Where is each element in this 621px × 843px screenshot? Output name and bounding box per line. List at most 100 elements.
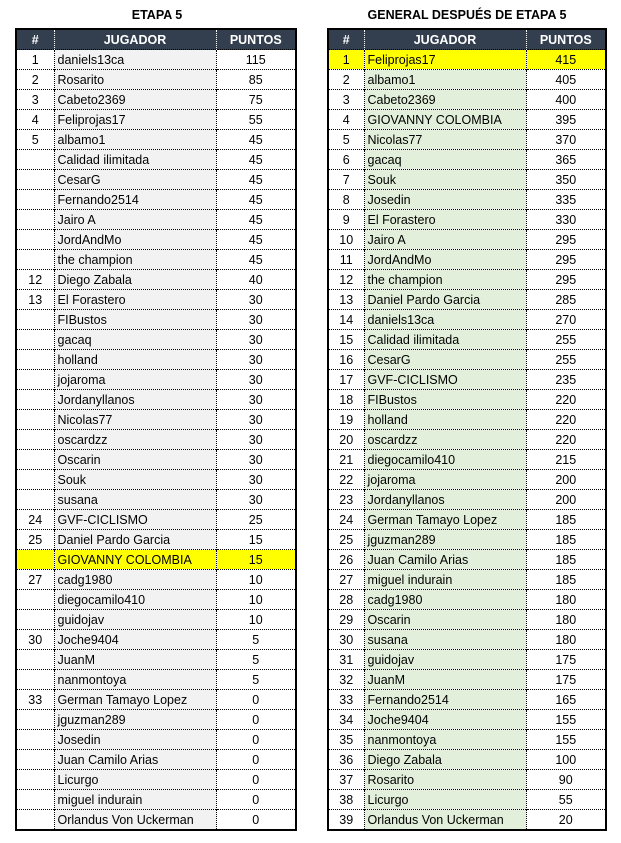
- points-cell[interactable]: 185: [525, 509, 606, 530]
- player-cell[interactable]: Souk: [53, 469, 216, 490]
- points-cell[interactable]: 55: [525, 789, 606, 810]
- points-cell[interactable]: 295: [525, 269, 606, 290]
- player-cell[interactable]: GIOVANNY COLOMBIA: [53, 549, 216, 570]
- player-cell[interactable]: Rosarito: [53, 69, 216, 90]
- points-cell[interactable]: 255: [525, 329, 606, 350]
- points-cell[interactable]: 185: [525, 529, 606, 550]
- rank-cell[interactable]: 1: [328, 49, 364, 70]
- player-cell[interactable]: miguel indurain: [53, 789, 216, 810]
- player-cell[interactable]: Diego Zabala: [53, 269, 216, 290]
- points-cell[interactable]: 255: [525, 349, 606, 370]
- player-cell[interactable]: Juan Camilo Arias: [363, 549, 526, 570]
- rank-cell[interactable]: 5: [328, 129, 364, 150]
- points-cell[interactable]: 5: [215, 629, 296, 650]
- points-cell[interactable]: 45: [215, 149, 296, 170]
- rank-cell[interactable]: [16, 409, 54, 430]
- rank-cell[interactable]: 24: [328, 509, 364, 530]
- points-cell[interactable]: 335: [525, 189, 606, 210]
- points-cell[interactable]: 45: [215, 169, 296, 190]
- rank-cell[interactable]: 36: [328, 749, 364, 770]
- player-cell[interactable]: cadg1980: [53, 569, 216, 590]
- player-cell[interactable]: Joche9404: [363, 709, 526, 730]
- points-cell[interactable]: 30: [215, 309, 296, 330]
- rank-cell[interactable]: 18: [328, 389, 364, 410]
- player-cell[interactable]: oscardzz: [53, 429, 216, 450]
- player-cell[interactable]: Josedin: [363, 189, 526, 210]
- points-cell[interactable]: 270: [525, 309, 606, 330]
- player-cell[interactable]: daniels13ca: [363, 309, 526, 330]
- points-cell[interactable]: 185: [525, 569, 606, 590]
- points-cell[interactable]: 185: [525, 549, 606, 570]
- points-cell[interactable]: 40: [215, 269, 296, 290]
- player-cell[interactable]: Cabeto2369: [363, 89, 526, 110]
- rank-cell[interactable]: 9: [328, 209, 364, 230]
- rank-cell[interactable]: 7: [328, 169, 364, 190]
- rank-cell[interactable]: 33: [16, 689, 54, 710]
- rank-cell[interactable]: [16, 449, 54, 470]
- player-cell[interactable]: jguzman289: [363, 529, 526, 550]
- points-cell[interactable]: 200: [525, 469, 606, 490]
- rank-cell[interactable]: 4: [16, 109, 54, 130]
- player-cell[interactable]: El Forastero: [363, 209, 526, 230]
- rank-cell[interactable]: [16, 389, 54, 410]
- points-cell[interactable]: 365: [525, 149, 606, 170]
- player-cell[interactable]: guidojav: [53, 609, 216, 630]
- rank-cell[interactable]: 20: [328, 429, 364, 450]
- player-cell[interactable]: Jordanyllanos: [363, 489, 526, 510]
- points-cell[interactable]: 235: [525, 369, 606, 390]
- rank-cell[interactable]: [16, 809, 54, 830]
- player-cell[interactable]: JordAndMo: [363, 249, 526, 270]
- points-cell[interactable]: 220: [525, 389, 606, 410]
- rank-cell[interactable]: 30: [328, 629, 364, 650]
- rank-cell[interactable]: 2: [16, 69, 54, 90]
- points-cell[interactable]: 155: [525, 709, 606, 730]
- points-cell[interactable]: 220: [525, 429, 606, 450]
- player-cell[interactable]: Daniel Pardo Garcia: [53, 529, 216, 550]
- player-cell[interactable]: albamo1: [53, 129, 216, 150]
- player-cell[interactable]: CesarG: [363, 349, 526, 370]
- player-cell[interactable]: Feliprojas17: [363, 49, 526, 70]
- points-cell[interactable]: 285: [525, 289, 606, 310]
- points-cell[interactable]: 295: [525, 249, 606, 270]
- player-cell[interactable]: Josedin: [53, 729, 216, 750]
- points-cell[interactable]: 45: [215, 129, 296, 150]
- points-cell[interactable]: 220: [525, 409, 606, 430]
- player-cell[interactable]: the champion: [363, 269, 526, 290]
- player-cell[interactable]: Jairo A: [53, 209, 216, 230]
- points-cell[interactable]: 30: [215, 369, 296, 390]
- player-cell[interactable]: German Tamayo Lopez: [53, 689, 216, 710]
- points-cell[interactable]: 45: [215, 189, 296, 210]
- points-cell[interactable]: 180: [525, 609, 606, 630]
- rank-cell[interactable]: 10: [328, 229, 364, 250]
- player-cell[interactable]: gacaq: [53, 329, 216, 350]
- points-cell[interactable]: 30: [215, 349, 296, 370]
- player-cell[interactable]: Cabeto2369: [53, 89, 216, 110]
- rank-cell[interactable]: 28: [328, 589, 364, 610]
- player-cell[interactable]: Oscarin: [363, 609, 526, 630]
- points-cell[interactable]: 400: [525, 89, 606, 110]
- rank-cell[interactable]: [16, 609, 54, 630]
- player-cell[interactable]: guidojav: [363, 649, 526, 670]
- points-cell[interactable]: 370: [525, 129, 606, 150]
- points-cell[interactable]: 215: [525, 449, 606, 470]
- player-cell[interactable]: FIBustos: [53, 309, 216, 330]
- player-cell[interactable]: Rosarito: [363, 769, 526, 790]
- rank-cell[interactable]: 21: [328, 449, 364, 470]
- rank-cell[interactable]: 29: [328, 609, 364, 630]
- player-cell[interactable]: Souk: [363, 169, 526, 190]
- player-cell[interactable]: GIOVANNY COLOMBIA: [363, 109, 526, 130]
- player-cell[interactable]: jguzman289: [53, 709, 216, 730]
- rank-cell[interactable]: [16, 749, 54, 770]
- rank-cell[interactable]: 27: [16, 569, 54, 590]
- rank-cell[interactable]: 22: [328, 469, 364, 490]
- rank-cell[interactable]: [16, 709, 54, 730]
- rank-cell[interactable]: 17: [328, 369, 364, 390]
- player-cell[interactable]: susana: [53, 489, 216, 510]
- player-cell[interactable]: JordAndMo: [53, 229, 216, 250]
- points-cell[interactable]: 30: [215, 449, 296, 470]
- player-cell[interactable]: the champion: [53, 249, 216, 270]
- points-cell[interactable]: 10: [215, 589, 296, 610]
- points-cell[interactable]: 90: [525, 769, 606, 790]
- player-cell[interactable]: GVF-CICLISMO: [53, 509, 216, 530]
- player-cell[interactable]: nanmontoya: [53, 669, 216, 690]
